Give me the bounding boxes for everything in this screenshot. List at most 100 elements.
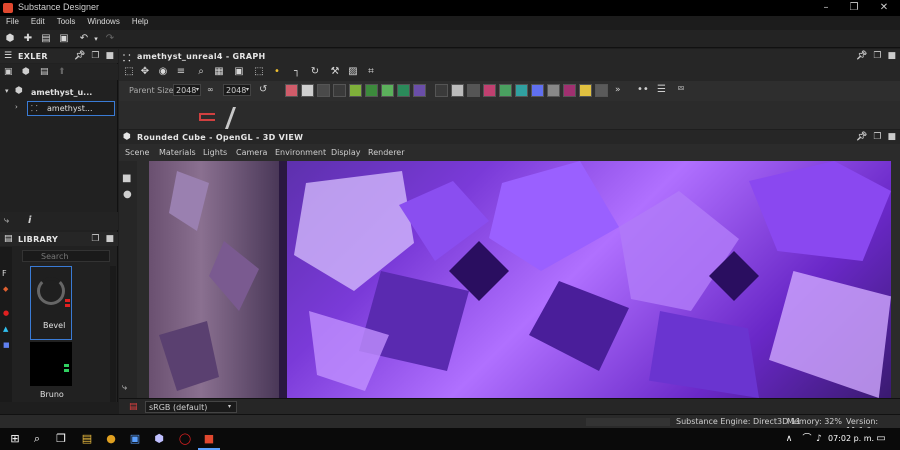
node-icon[interactable]: ▣ [233, 66, 245, 78]
layout-icon[interactable]: ▦ [213, 66, 225, 78]
view-menu-camera[interactable]: Camera [236, 148, 267, 157]
node-icon[interactable] [413, 84, 426, 97]
node-icon[interactable] [483, 84, 496, 97]
node-icon[interactable] [467, 84, 480, 97]
tree-icon[interactable]: ⮹ [677, 84, 685, 95]
new-graph-icon[interactable]: ⬢ [22, 67, 30, 77]
close-icon[interactable]: ■ [105, 51, 114, 61]
layers-icon[interactable]: ▤ [129, 402, 138, 412]
menu-tools[interactable]: Tools [51, 16, 82, 27]
image-icon[interactable]: ▨ [347, 66, 359, 78]
node-icon[interactable] [301, 84, 314, 97]
clock[interactable]: 07:02 p. m. [828, 434, 874, 443]
windows-start-icon[interactable]: ⊞ [8, 432, 22, 446]
category-icon[interactable]: ▲ [3, 325, 8, 333]
chevron-down-icon[interactable]: ▾ [5, 87, 9, 95]
task-view-icon[interactable]: ❐ [54, 432, 68, 446]
tree-item-graph[interactable]: › ⸬ amethyst... [3, 101, 115, 116]
info-icon[interactable]: i [28, 215, 31, 226]
node-icon[interactable] [515, 84, 528, 97]
volume-icon[interactable]: ♪ [812, 432, 826, 446]
more-icon[interactable]: » [615, 85, 621, 95]
pin-icon[interactable]: 📌︎ [74, 51, 85, 61]
node-icon[interactable] [317, 84, 330, 97]
scrollbar[interactable] [110, 266, 116, 402]
minimize-button[interactable]: – [812, 0, 840, 16]
undo-dropdown-icon[interactable]: ▾ [90, 33, 102, 45]
app-icon[interactable]: ▣ [128, 432, 142, 446]
view-menu-environment[interactable]: Environment [275, 148, 326, 157]
maximize-button[interactable]: ❐ [840, 0, 868, 16]
crop-icon[interactable]: ⌗ [365, 66, 377, 78]
move-icon[interactable]: ✥ [139, 66, 151, 78]
close-icon[interactable]: ■ [887, 51, 896, 61]
input-icon[interactable]: ☰ [657, 84, 666, 95]
node-icon[interactable] [333, 84, 346, 97]
close-icon[interactable]: ■ [105, 234, 114, 244]
node-icon[interactable] [579, 84, 592, 97]
frame-icon[interactable]: ⬚ [123, 66, 135, 78]
float-icon[interactable]: ❐ [873, 51, 881, 61]
align-icon[interactable]: ≡ [175, 66, 187, 78]
connect-icon[interactable]: ┐ [291, 66, 303, 78]
float-icon[interactable]: ❐ [91, 51, 99, 61]
opera-icon[interactable]: ◯ [178, 432, 192, 446]
upload-icon[interactable]: ⬆ [58, 67, 66, 77]
pin-icon[interactable]: 📌︎ [856, 51, 867, 61]
link-icon[interactable]: •—• [271, 66, 283, 101]
tree-item-package[interactable]: ▾ ⬢ amethyst_u... [3, 86, 115, 100]
output-icon[interactable]: •• [637, 84, 649, 95]
category-letter[interactable]: F [2, 269, 7, 278]
redo-icon[interactable]: ↷ [104, 33, 116, 45]
node-icon[interactable] [381, 84, 394, 97]
library-item-bruno[interactable] [30, 342, 72, 386]
float-icon[interactable]: ❐ [91, 234, 99, 244]
folder-icon[interactable]: ▤ [40, 67, 49, 77]
node-icon[interactable] [451, 84, 464, 97]
wrench-icon[interactable]: ⚒ [329, 66, 341, 78]
node-icon[interactable] [397, 84, 410, 97]
search-icon[interactable]: ⌕ [195, 66, 207, 78]
network-icon[interactable]: ∧ [782, 432, 796, 446]
close-icon[interactable]: ■ [887, 132, 896, 142]
search-input[interactable]: Search [41, 252, 68, 261]
library-item-bevel[interactable]: Bevel [30, 266, 72, 340]
notification-icon[interactable]: ▭ [874, 432, 888, 446]
view-menu-display[interactable]: Display [331, 148, 361, 157]
size-select-a[interactable]: 2048 ▾ [173, 84, 201, 96]
node-icon[interactable] [285, 84, 298, 97]
light-icon[interactable]: ● [123, 189, 132, 200]
node-icon[interactable] [435, 84, 448, 97]
open-folder-icon[interactable]: ▤ [40, 33, 52, 45]
view-menu-scene[interactable]: Scene [125, 148, 149, 157]
category-icon[interactable]: ● [3, 309, 9, 317]
camera-icon[interactable]: ■ [122, 173, 131, 184]
menu-windows[interactable]: Windows [81, 16, 125, 27]
close-button[interactable]: ✕ [870, 0, 898, 16]
chevron-right-icon[interactable]: › [15, 103, 18, 111]
size-select-b[interactable]: 2048 ▾ [223, 84, 251, 96]
new-package-icon[interactable]: ✚ [22, 33, 34, 45]
view-menu-materials[interactable]: Materials [159, 148, 196, 157]
menu-file[interactable]: File [0, 16, 25, 27]
camera-icon[interactable]: ◉ [157, 66, 169, 78]
menu-help[interactable]: Help [126, 16, 154, 27]
node-icon[interactable] [365, 84, 378, 97]
category-icon[interactable]: ◆ [3, 285, 8, 293]
package-icon[interactable]: ⬢ [4, 33, 16, 45]
library-search-box[interactable]: Search [22, 250, 110, 262]
chrome-icon[interactable]: ● [104, 432, 118, 446]
node-icon[interactable] [499, 84, 512, 97]
tree-icon[interactable]: ⤷ [122, 383, 127, 393]
link-size-icon[interactable]: ∞ [207, 85, 214, 94]
substance-designer-icon[interactable]: ■ [202, 432, 216, 446]
view-menu-renderer[interactable]: Renderer [368, 148, 405, 157]
graph-node-preview[interactable] [199, 105, 269, 129]
tree-icon[interactable]: ⤷ [4, 216, 9, 226]
app-icon[interactable]: ⬢ [152, 432, 166, 446]
node-icon[interactable] [547, 84, 560, 97]
refresh-icon[interactable]: ↻ [309, 66, 321, 78]
reset-icon[interactable]: ↺ [259, 84, 267, 95]
save-all-icon[interactable]: ▣ [58, 33, 70, 45]
save-icon[interactable]: ▣ [4, 67, 13, 77]
